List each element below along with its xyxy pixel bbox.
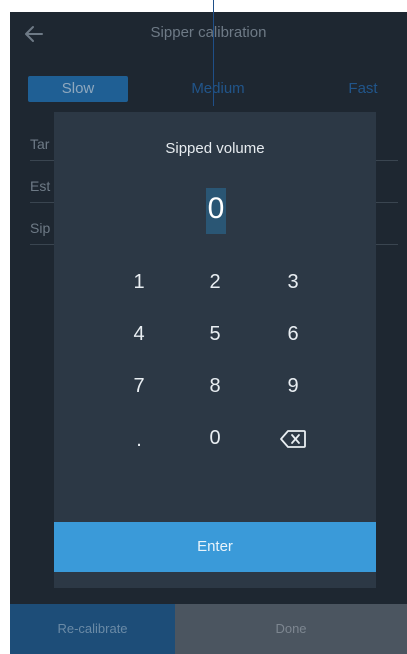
speed-medium-button[interactable]: Medium xyxy=(168,76,268,102)
speed-slow-button[interactable]: Slow xyxy=(28,76,128,102)
key-6[interactable]: 6 xyxy=(268,314,318,354)
app-screen: Sipper calibration Slow Medium Fast Tar … xyxy=(10,12,407,654)
value-text: 0 xyxy=(207,192,225,225)
row-label: Est xyxy=(30,178,51,194)
done-button[interactable]: Done xyxy=(175,604,407,654)
enter-button[interactable]: Enter xyxy=(54,522,376,572)
key-9[interactable]: 9 xyxy=(268,366,318,406)
numeric-keypad-dialog: Sipped volume 0 1 2 3 4 5 6 7 8 9 . 0 En… xyxy=(54,112,376,588)
backspace-icon xyxy=(280,429,306,448)
backspace-key[interactable] xyxy=(268,418,318,458)
dialog-title: Sipped volume xyxy=(165,140,265,157)
key-3[interactable]: 3 xyxy=(268,262,318,302)
key-7[interactable]: 7 xyxy=(114,366,164,406)
key-4[interactable]: 4 xyxy=(114,314,164,354)
key-5[interactable]: 5 xyxy=(190,314,240,354)
row-label: Tar xyxy=(30,136,50,152)
key-0[interactable]: 0 xyxy=(190,418,240,458)
key-2[interactable]: 2 xyxy=(190,262,240,302)
key-1[interactable]: 1 xyxy=(114,262,164,302)
row-label: Sip xyxy=(30,220,51,236)
key-decimal[interactable]: . xyxy=(114,420,164,460)
key-8[interactable]: 8 xyxy=(190,366,240,406)
recalibrate-button[interactable]: Re-calibrate xyxy=(10,604,175,654)
speed-fast-button[interactable]: Fast xyxy=(328,76,398,102)
bottom-bar: Re-calibrate Done xyxy=(10,604,407,654)
annotation-pointer-line xyxy=(213,0,214,106)
page-title: Sipper calibration xyxy=(150,24,267,41)
top-bar: Sipper calibration xyxy=(10,12,407,56)
value-display[interactable]: 0 xyxy=(206,188,226,234)
